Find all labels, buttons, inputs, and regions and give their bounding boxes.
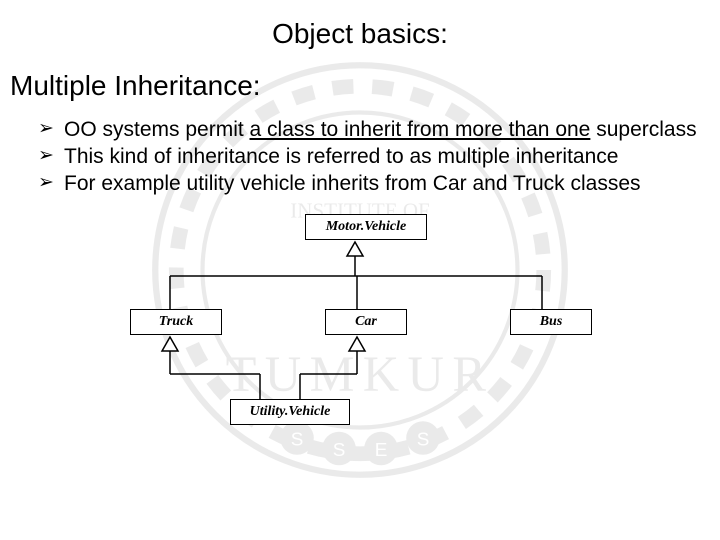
section-heading: Multiple Inheritance:	[10, 70, 710, 102]
class-box-bus: Bus	[510, 309, 592, 335]
class-box-motorvehicle: Motor.Vehicle	[305, 214, 427, 240]
bullet-1-pre: OO systems permit	[64, 118, 250, 141]
bullet-1-post: superclass	[590, 118, 696, 141]
bullet-1: OO systems permit a class to inherit fro…	[38, 118, 710, 143]
class-box-car: Car	[325, 309, 407, 335]
bullet-2: This kind of inheritance is referred to …	[38, 145, 710, 170]
svg-text:S: S	[333, 440, 346, 461]
bullet-3: For example utility vehicle inherits fro…	[38, 172, 710, 197]
inheritance-diagram: Motor.Vehicle Truck Car Bus Utility.Vehi…	[110, 214, 610, 434]
class-box-truck: Truck	[130, 309, 222, 335]
class-box-utility: Utility.Vehicle	[230, 399, 350, 425]
page-title: Object basics:	[10, 18, 710, 50]
bullet-list: OO systems permit a class to inherit fro…	[38, 118, 710, 196]
svg-text:E: E	[375, 440, 388, 461]
bullet-1-underline: a class to inherit from more than one	[250, 118, 591, 141]
